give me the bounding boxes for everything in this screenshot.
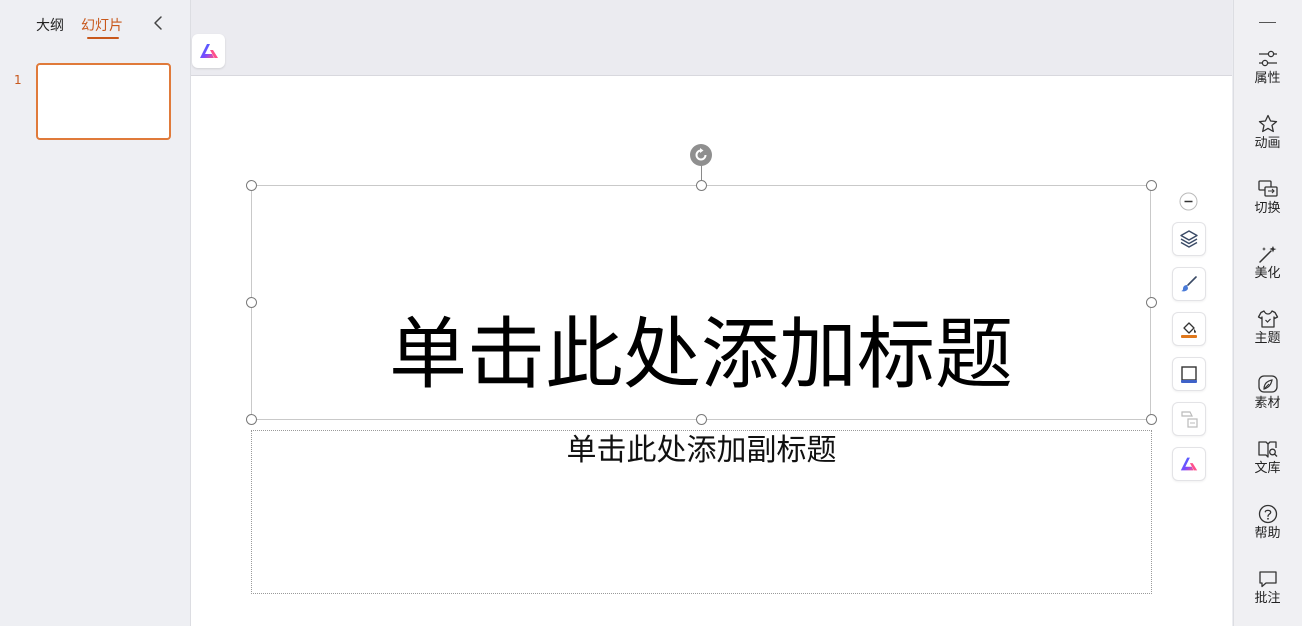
sidebar-item-material[interactable]: 素材 [1233,374,1302,430]
slide-thumbnail[interactable] [36,63,171,140]
beautify-icon [1258,246,1276,263]
collapse-toolbar-button[interactable] [1179,192,1198,211]
ai-tool-button[interactable] [1172,447,1206,481]
resize-handle-top-left[interactable] [246,180,257,191]
resize-handle-top-right[interactable] [1146,180,1157,191]
shape-button[interactable] [1172,402,1206,436]
library-icon [1257,441,1277,458]
resize-handle-right[interactable] [1146,297,1157,308]
tab-slides[interactable]: 幻灯片 [81,15,123,35]
brush-icon [1181,276,1197,292]
sidebar-item-comment[interactable]: 批注 [1233,569,1302,625]
shape-icon [1181,411,1198,428]
sidebar-item-properties[interactable]: 属性 [1233,49,1302,105]
border-button[interactable] [1172,357,1206,391]
sidebar-item-transition[interactable]: 切换 [1233,179,1302,235]
slide-number: 1 [14,73,22,87]
fill-color-button[interactable] [1172,312,1206,346]
tab-outline[interactable]: 大纲 [36,15,64,35]
transition-icon [1257,180,1278,197]
title-placeholder[interactable]: 单击此处添加标题 [251,300,1151,410]
comment-icon [1258,571,1277,588]
sidebar-item-label: 动画 [1254,136,1281,151]
layers-icon [1180,230,1198,248]
resize-handle-bottom-left[interactable] [246,414,257,425]
sidebar-item-label: 文库 [1254,461,1281,476]
resize-handle-top[interactable] [696,180,707,191]
format-painter-button[interactable] [1172,267,1206,301]
sidebar-item-label: 属性 [1254,71,1281,86]
help-icon [1258,504,1277,524]
theme-icon [1257,310,1278,328]
ai-assistant-button[interactable] [192,34,225,68]
rotate-icon [690,144,712,166]
resize-handle-bottom-right[interactable] [1146,414,1157,425]
sidebar-item-label: 帮助 [1254,526,1281,541]
properties-icon [1258,50,1277,67]
material-icon [1257,375,1278,393]
ai-icon [1180,457,1198,471]
sidebar-item-label: 批注 [1254,591,1281,606]
animation-icon [1258,114,1277,133]
sidebar-item-label: 主题 [1254,331,1281,346]
top-toolbar-area [191,0,1232,76]
active-tab-indicator [87,37,119,39]
border-icon [1181,366,1197,383]
sidebar-item-help[interactable]: 帮助 [1233,504,1302,560]
sidebar-item-beautify[interactable]: 美化 [1233,244,1302,300]
ai-logo-icon [199,44,218,58]
sidebar-item-label: 美化 [1254,266,1281,281]
minus-circle-icon [1179,192,1198,211]
sidebar-item-library[interactable]: 文库 [1233,439,1302,495]
fill-color-icon [1181,322,1197,338]
subtitle-placeholder[interactable]: 单击此处添加副标题 [251,430,1152,472]
layers-button[interactable] [1172,222,1206,256]
resize-handle-bottom[interactable] [696,414,707,425]
sidebar-item-label: 切换 [1254,201,1281,216]
rotate-handle[interactable] [689,143,713,167]
sidebar-item-animation[interactable]: 动画 [1233,114,1302,170]
sidebar-item-label: 素材 [1254,396,1281,411]
collapse-panel-button[interactable] [150,14,168,32]
resize-handle-left[interactable] [246,297,257,308]
chevron-left-icon [154,16,162,30]
minimize-sidebar-button[interactable] [1259,22,1276,23]
sidebar-item-theme[interactable]: 主题 [1233,309,1302,365]
